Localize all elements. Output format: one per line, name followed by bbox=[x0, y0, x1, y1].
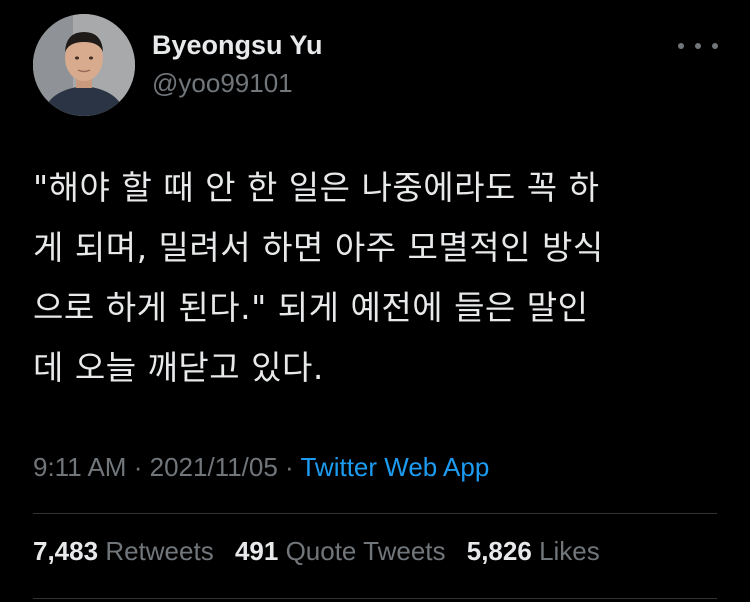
more-dot bbox=[712, 43, 718, 49]
quote-tweets-label: Quote Tweets bbox=[285, 536, 446, 566]
tweet-meta: 9:11 AM · 2021/11/05 · Twitter Web App bbox=[33, 452, 489, 483]
tweet-text-line: 으로 하게 된다." 되게 예전에 들은 말인 bbox=[33, 288, 589, 327]
more-dot bbox=[695, 43, 701, 49]
meta-separator: · bbox=[285, 452, 294, 482]
retweets-count: 7,483 bbox=[33, 536, 99, 566]
more-dot bbox=[678, 43, 684, 49]
author-handle[interactable]: @yoo99101 bbox=[152, 68, 293, 99]
quote-tweets-count: 491 bbox=[234, 536, 279, 566]
tweet-text-line: 게 되며, 밀려서 하면 아주 모멸적인 방식 bbox=[33, 228, 604, 267]
tweet-stats: 7,483 Retweets 491 Quote Tweets 5,826 Li… bbox=[33, 536, 614, 567]
retweets-label: Retweets bbox=[105, 536, 214, 566]
retweets-stat[interactable]: 7,483 Retweets bbox=[33, 536, 214, 567]
quote-tweets-stat[interactable]: 491 Quote Tweets bbox=[235, 536, 446, 567]
tweet-time[interactable]: 9:11 AM bbox=[33, 452, 126, 482]
tweet-date[interactable]: 2021/11/05 bbox=[150, 452, 278, 482]
tweet-detail: Byeongsu Yu @yoo99101 "해야 할 때 안 한 일은 나중에… bbox=[0, 0, 750, 602]
author-display-name[interactable]: Byeongsu Yu bbox=[152, 30, 323, 61]
avatar-photo bbox=[33, 14, 135, 116]
divider bbox=[33, 513, 717, 514]
divider bbox=[33, 598, 717, 599]
tweet-text-line: "해야 할 때 안 한 일은 나중에라도 꼭 하 bbox=[33, 168, 600, 207]
likes-label: Likes bbox=[539, 536, 600, 566]
avatar[interactable] bbox=[33, 14, 135, 116]
tweet-source-link[interactable]: Twitter Web App bbox=[300, 452, 489, 482]
more-horizontal-icon[interactable] bbox=[678, 36, 718, 56]
tweet-text-line: 데 오늘 깨닫고 있다. bbox=[33, 348, 324, 387]
likes-stat[interactable]: 5,826 Likes bbox=[467, 536, 600, 567]
likes-count: 5,826 bbox=[466, 536, 532, 566]
tweet-text: "해야 할 때 안 한 일은 나중에라도 꼭 하 게 되며, 밀려서 하면 아주… bbox=[33, 158, 723, 398]
meta-separator: · bbox=[133, 452, 143, 482]
